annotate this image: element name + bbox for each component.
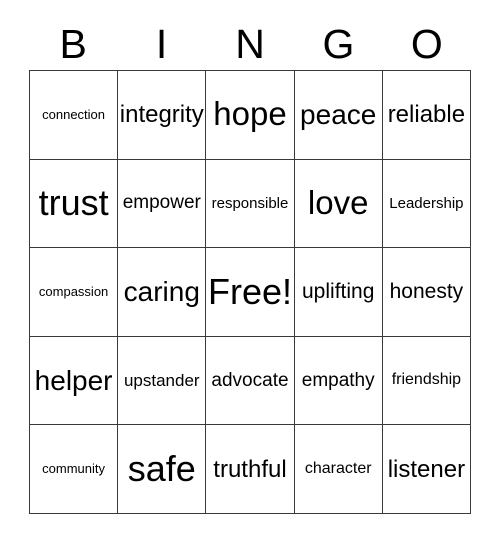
bingo-header-letter-b: B <box>59 20 87 67</box>
bingo-cell-label: empower <box>122 192 201 214</box>
bingo-cell-label: community <box>42 461 106 477</box>
bingo-cell-label: peace <box>300 99 377 131</box>
bingo-cell-label: character <box>304 459 372 477</box>
bingo-cell[interactable]: community <box>30 425 119 514</box>
bingo-cell-label: hope <box>213 95 287 133</box>
bingo-cell-label: compassion <box>38 284 109 300</box>
bingo-cell[interactable]: compassion <box>30 248 119 337</box>
bingo-cell[interactable]: upstander <box>118 336 207 426</box>
bingo-cell[interactable]: responsible <box>206 159 295 249</box>
bingo-cell-label: integrity <box>119 101 204 129</box>
bingo-cell[interactable]: helper <box>30 336 119 426</box>
bingo-cell-label: safe <box>127 448 196 490</box>
bingo-cell-label: empathy <box>301 369 375 391</box>
bingo-header-letter-n: N <box>235 20 265 67</box>
bingo-cell[interactable]: reliable <box>382 71 471 160</box>
bingo-cell[interactable]: advocate <box>206 336 295 426</box>
bingo-header-row: B I N G O <box>29 18 471 70</box>
bingo-cell[interactable]: caring <box>118 248 207 337</box>
bingo-header-letter-o: O <box>410 20 443 67</box>
bingo-cell[interactable]: love <box>294 159 383 249</box>
bingo-grid: connection integrity hope peace reliable… <box>29 70 471 514</box>
bingo-header-letter-g: G <box>322 20 355 67</box>
bingo-cell[interactable]: trust <box>30 159 119 249</box>
bingo-cell-label: love <box>307 184 369 222</box>
bingo-card: B I N G O connection integrity hope peac… <box>0 0 500 544</box>
bingo-cell-label: trust <box>38 182 109 224</box>
bingo-cell-label: truthful <box>213 455 287 483</box>
bingo-cell[interactable]: peace <box>294 71 383 160</box>
bingo-cell-label: connection <box>42 106 106 122</box>
bingo-cell[interactable]: empathy <box>294 336 383 426</box>
bingo-cell-label: caring <box>123 276 200 308</box>
bingo-cell-label: advocate <box>211 369 289 391</box>
bingo-cell-label: friendship <box>391 371 462 389</box>
bingo-cell[interactable]: empower <box>118 159 207 249</box>
bingo-cell-label: listener <box>387 455 466 483</box>
bingo-cell-label: Leadership <box>389 194 464 212</box>
bingo-cell[interactable]: uplifting <box>294 248 383 337</box>
bingo-cell[interactable]: honesty <box>382 248 471 337</box>
bingo-cell-label: honesty <box>389 279 464 303</box>
bingo-cell[interactable]: safe <box>118 425 207 514</box>
bingo-cell[interactable]: Leadership <box>382 159 471 249</box>
bingo-cell[interactable]: friendship <box>382 336 471 426</box>
bingo-cell-label: helper <box>34 364 113 396</box>
bingo-cell[interactable]: hope <box>206 71 295 160</box>
bingo-cell-label: upstander <box>123 370 200 390</box>
bingo-cell[interactable]: connection <box>30 71 119 160</box>
bingo-header-letter-i: I <box>155 20 168 67</box>
bingo-cell[interactable]: character <box>294 425 383 514</box>
bingo-cell-label: uplifting <box>302 279 375 303</box>
bingo-cell-label: responsible <box>211 194 289 212</box>
bingo-cell-label: Free! <box>207 271 292 313</box>
bingo-cell[interactable]: listener <box>382 425 471 514</box>
bingo-cell-label: reliable <box>387 101 466 129</box>
bingo-cell[interactable]: truthful <box>206 425 295 514</box>
bingo-cell-free[interactable]: Free! <box>206 248 295 337</box>
bingo-cell[interactable]: integrity <box>118 71 207 160</box>
